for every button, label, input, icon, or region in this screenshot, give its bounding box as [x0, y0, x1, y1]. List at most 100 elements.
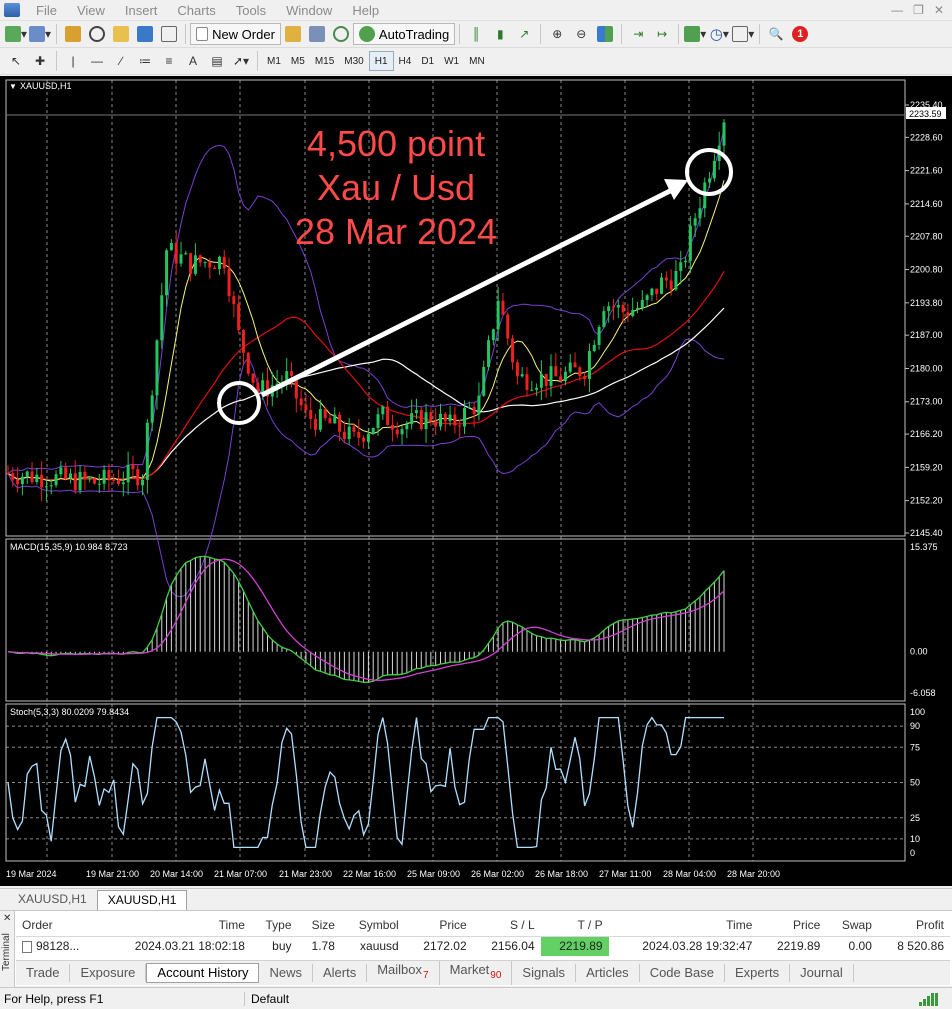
notifications-button[interactable]: 1 [789, 23, 811, 45]
price-chart[interactable]: 2235.40 2228.60 2221.60 2214.60 2207.80 2200.… [0, 76, 952, 886]
tab-articles[interactable]: Articles [576, 964, 640, 982]
tab-market[interactable]: Market90 [440, 961, 513, 985]
candle-body [463, 407, 467, 427]
connection-status-icon[interactable] [919, 992, 952, 1006]
col-open-time[interactable]: Time [101, 914, 251, 937]
tf-m15[interactable]: M15 [310, 51, 339, 71]
tab-trade[interactable]: Trade [16, 964, 71, 982]
close-icon[interactable]: ✕ [934, 3, 944, 17]
minimize-icon[interactable]: — [891, 3, 903, 17]
candle-body [496, 300, 500, 330]
tf-mn[interactable]: MN [464, 51, 490, 71]
new-chart-button[interactable]: ▾ [5, 23, 27, 45]
crosshair-button[interactable]: ✚ [29, 50, 51, 72]
navigator-button[interactable] [86, 23, 108, 45]
cell-sl: 2156.04 [491, 939, 535, 954]
channel-button[interactable]: ≔ [134, 50, 156, 72]
candle-body [318, 409, 322, 430]
tf-m5[interactable]: M5 [286, 51, 310, 71]
tf-d1[interactable]: D1 [416, 51, 439, 71]
zoom-in-button[interactable]: ⊕ [546, 23, 568, 45]
text-button[interactable]: A [182, 50, 204, 72]
col-close-price[interactable]: Price [758, 914, 827, 937]
autotrading-button[interactable]: AutoTrading [352, 23, 456, 45]
zoom-out-button[interactable]: ⊖ [570, 23, 592, 45]
candle-body [501, 300, 505, 315]
horizontal-line-button[interactable]: — [86, 50, 108, 72]
col-order[interactable]: Order [16, 914, 102, 937]
trendline-button[interactable]: ∕ [110, 50, 132, 72]
strategy-tester-button[interactable] [158, 23, 180, 45]
candle-body [592, 344, 596, 352]
notification-badge: 1 [792, 26, 809, 42]
chart-tab-2[interactable]: XAUUSD,H1 [96, 890, 188, 910]
arrows-button[interactable]: ➚ ▾ [230, 50, 252, 72]
col-profit[interactable]: Profit [877, 914, 950, 937]
time-label: 19 Mar 21:00 [86, 869, 139, 879]
chart-shift-button[interactable]: ⇥ [627, 23, 649, 45]
new-order-label: New Order [212, 26, 275, 42]
cursor-button[interactable]: ↖ [5, 50, 27, 72]
tf-w1[interactable]: W1 [439, 51, 464, 71]
col-symbol[interactable]: Symbol [340, 914, 405, 937]
table-row[interactable]: 98128... 2024.03.21 18:02:18 buy 1.78 xa… [16, 936, 950, 956]
tf-h1[interactable]: H1 [368, 51, 394, 71]
tf-h4[interactable]: H4 [394, 51, 417, 71]
menu-charts[interactable]: Charts [167, 0, 225, 21]
tf-m30[interactable]: M30 [339, 51, 368, 71]
tab-mailbox[interactable]: Mailbox7 [367, 961, 440, 985]
col-swap[interactable]: Swap [826, 914, 878, 937]
menu-tools[interactable]: Tools [226, 0, 276, 21]
market-watch-button[interactable] [62, 23, 84, 45]
terminal-button[interactable] [134, 23, 156, 45]
menu-help[interactable]: Help [342, 0, 389, 21]
tab-signals[interactable]: Signals [512, 964, 577, 982]
profiles-button[interactable]: ▾ [29, 23, 51, 45]
search-button[interactable]: 🔍 [765, 23, 787, 45]
candle-body [232, 296, 236, 305]
tab-account-history[interactable]: Account History [146, 963, 260, 983]
candle-body [472, 407, 476, 415]
periods-button[interactable]: ◷ ▾ [708, 23, 730, 45]
tile-windows-button[interactable] [594, 23, 616, 45]
bar-chart-button[interactable]: ║ [465, 23, 487, 45]
candle-body [179, 254, 183, 264]
col-size[interactable]: Size [297, 914, 341, 937]
tab-journal[interactable]: Journal [790, 964, 854, 982]
symbol-dropdown-icon[interactable]: ▼ [9, 82, 17, 91]
chart-tab-1[interactable]: XAUUSD,H1 [8, 890, 97, 910]
templates-button[interactable]: ▾ [732, 23, 754, 45]
col-open-price[interactable]: Price [404, 914, 473, 937]
col-close-time[interactable]: Time [608, 914, 759, 937]
channel-icon: ≔ [139, 54, 151, 68]
vps-button[interactable] [330, 23, 352, 45]
col-tp[interactable]: T / P [540, 914, 609, 937]
restore-icon[interactable]: ❐ [913, 3, 924, 17]
text-label-button[interactable]: ▤ [206, 50, 228, 72]
line-chart-button[interactable]: ↗ [513, 23, 535, 45]
tab-alerts[interactable]: Alerts [313, 964, 368, 982]
menu-insert[interactable]: Insert [115, 0, 168, 21]
indicators-button[interactable]: ▾ [684, 23, 706, 45]
data-window-button[interactable] [110, 23, 132, 45]
meta-editor-button[interactable] [282, 23, 304, 45]
menu-window[interactable]: Window [276, 0, 342, 21]
chart-canvas[interactable]: 2235.402228.602221.602214.602207.802200.… [0, 76, 952, 886]
new-order-button[interactable]: New Order [190, 23, 281, 45]
col-type[interactable]: Type [250, 914, 298, 937]
signals-button[interactable] [306, 23, 328, 45]
candle-body [145, 422, 149, 480]
autoscroll-button[interactable]: ↦ [651, 23, 673, 45]
vertical-line-button[interactable]: | [62, 50, 84, 72]
tab-experts[interactable]: Experts [725, 964, 791, 982]
tab-exposure[interactable]: Exposure [70, 964, 147, 982]
menu-file[interactable]: File [26, 0, 67, 21]
tab-code-base[interactable]: Code Base [640, 964, 726, 982]
tab-news[interactable]: News [259, 964, 313, 982]
tf-m1[interactable]: M1 [262, 51, 286, 71]
col-sl[interactable]: S / L [472, 914, 541, 937]
candle-chart-button[interactable]: ▮ [489, 23, 511, 45]
terminal-close-icon[interactable]: ✕ [3, 913, 11, 924]
menu-view[interactable]: View [67, 0, 115, 21]
fibonacci-button[interactable]: ≡ [158, 50, 180, 72]
